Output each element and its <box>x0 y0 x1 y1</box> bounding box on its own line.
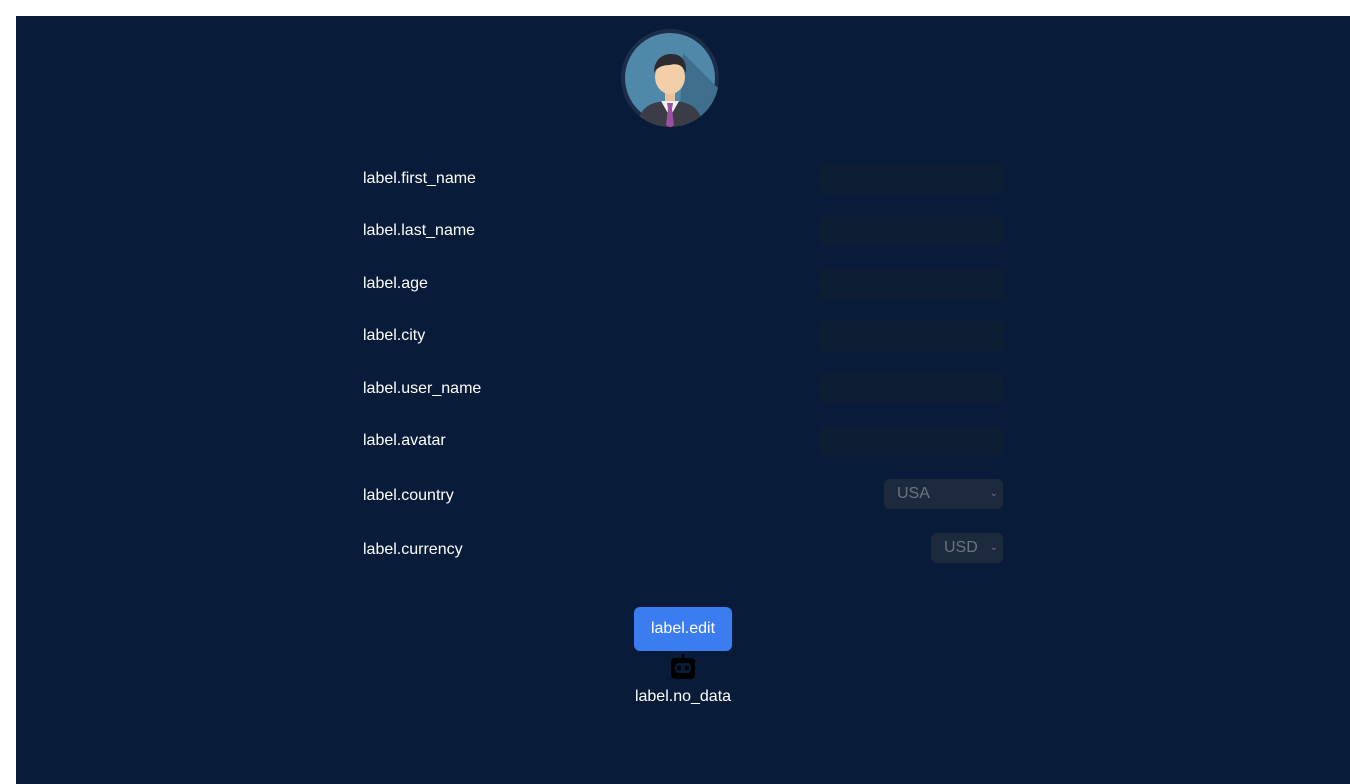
age-label: label.age <box>363 275 428 292</box>
profile-panel: label.first_name label.last_name label.a… <box>16 16 1350 784</box>
edit-button[interactable]: label.edit <box>634 607 732 651</box>
avatar-input[interactable] <box>819 426 1003 456</box>
avatar-label: label.avatar <box>363 432 446 449</box>
currency-select-value: USD <box>944 539 978 556</box>
currency-label: label.currency <box>363 541 463 558</box>
robot-icon <box>669 653 697 681</box>
chevron-down-icon: ⌄ <box>989 488 998 499</box>
last-name-label: label.last_name <box>363 222 476 239</box>
city-label: label.city <box>363 327 426 344</box>
age-input[interactable] <box>819 269 1003 299</box>
no-data-label: label.no_data <box>634 688 732 705</box>
user-avatar-icon <box>621 29 719 127</box>
user-name-label: label.user_name <box>363 380 482 397</box>
first-name-input[interactable] <box>819 164 1003 194</box>
user-name-input[interactable] <box>819 374 1003 404</box>
first-name-label: label.first_name <box>363 170 476 187</box>
chevron-down-icon: ⌄ <box>989 542 998 553</box>
last-name-input[interactable] <box>819 216 1003 246</box>
country-select-value: USA <box>897 485 930 502</box>
country-select[interactable]: USA ⌄ <box>884 479 1003 509</box>
currency-select[interactable]: USD ⌄ <box>931 533 1003 563</box>
country-label: label.country <box>363 487 454 504</box>
city-input[interactable] <box>819 321 1003 351</box>
